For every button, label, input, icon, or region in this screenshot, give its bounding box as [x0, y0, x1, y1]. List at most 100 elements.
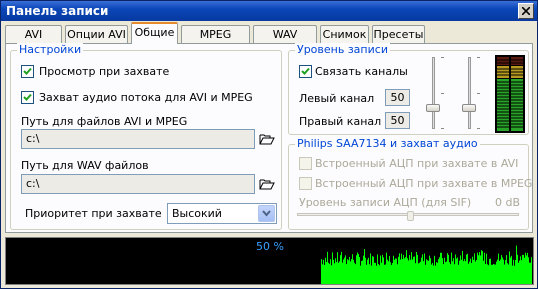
waveform-bar [422, 254, 423, 284]
tab-presets[interactable]: Пресеты [372, 25, 425, 43]
waveform-bar [440, 252, 441, 284]
waveform-bar [428, 260, 429, 284]
slider-thumb[interactable] [426, 104, 440, 112]
waveform-bar [456, 258, 457, 284]
waveform-bar [343, 259, 344, 284]
dropdown-button[interactable] [258, 205, 275, 222]
avi-mpeg-path-field[interactable]: c:\ [21, 129, 255, 149]
waveform-bar [373, 256, 374, 284]
waveform-bar [514, 265, 515, 284]
waveform-bar [523, 254, 524, 284]
slider-thumb[interactable] [462, 104, 476, 112]
waveform-bar [453, 258, 454, 284]
waveform-bar [475, 261, 476, 284]
right-channel-label: Правый канал [299, 115, 382, 128]
waveform-bar [429, 255, 430, 284]
waveform-bar [496, 261, 497, 284]
waveform-bar [420, 261, 421, 284]
left-channel-value[interactable]: 50 [385, 89, 410, 106]
waveform-bar [348, 260, 349, 284]
chevron-down-icon [262, 210, 271, 217]
waveform-bar [504, 264, 505, 284]
waveform-bar [450, 264, 451, 284]
right-channel-slider[interactable] [461, 57, 480, 131]
slider-thumb[interactable] [407, 211, 414, 221]
tab-avi-options[interactable]: Опции AVI [65, 25, 128, 43]
waveform-bar [425, 264, 426, 284]
waveform-bar [460, 255, 461, 284]
waveform-bar [529, 262, 530, 284]
waveform-bar [356, 255, 357, 284]
left-channel-slider[interactable] [425, 57, 444, 131]
tab-general[interactable]: Общие [131, 22, 178, 44]
waveform-bar [481, 250, 482, 284]
waveform-bar [426, 259, 427, 284]
waveform-bar [458, 264, 459, 284]
waveform-bar [499, 260, 500, 284]
waveform-bar [331, 265, 332, 284]
waveform-bar [493, 263, 494, 284]
waveform-bar [519, 260, 520, 284]
waveform-bar [517, 254, 518, 284]
waveform-bar [434, 255, 435, 284]
waveform-bar [445, 262, 446, 284]
waveform-bar [388, 261, 389, 284]
tab-snapshot[interactable]: Снимок [320, 25, 369, 43]
priority-select[interactable]: Высокий [167, 203, 277, 224]
waveform-bar [338, 262, 339, 284]
capture-audio-checkbox[interactable] [21, 91, 34, 104]
link-channels-checkbox[interactable] [299, 65, 312, 78]
waveform-bar [350, 261, 351, 284]
waveform-bar [389, 255, 390, 284]
tab-wav-audio[interactable]: WAV аудио [253, 25, 317, 58]
tab-mpeg-video[interactable]: MPEG видео [181, 25, 250, 58]
waveform-display [321, 245, 532, 284]
folder-open-icon[interactable] [259, 133, 275, 145]
adc-mpeg-label: Встроенный АЦП при захвате в MPEG [315, 177, 533, 190]
waveform-bar [408, 260, 409, 284]
waveform-bar [341, 251, 342, 284]
waveform-bar [363, 255, 364, 284]
waveform-bar [497, 259, 498, 284]
audio-monitor: 50 % [5, 237, 534, 285]
close-button[interactable] [518, 3, 534, 19]
waveform-bar [482, 251, 483, 284]
checkmark-icon [23, 93, 32, 101]
adc-level-slider[interactable] [297, 211, 519, 225]
waveform-bar [472, 256, 473, 284]
waveform-bar [387, 259, 388, 284]
tab-avi-video[interactable]: AVI видео [5, 25, 62, 58]
avi-mpeg-path-label: Путь для файлов AVI и MPEG [21, 115, 188, 128]
waveform-bar [449, 262, 450, 284]
folder-open-icon[interactable] [259, 178, 275, 190]
wav-path-field[interactable]: c:\ [21, 174, 255, 194]
waveform-bar [522, 254, 523, 284]
right-channel-value[interactable]: 50 [385, 112, 410, 129]
link-channels-label: Связать каналы [315, 65, 408, 78]
preview-on-capture-checkbox[interactable] [21, 65, 34, 78]
waveform-bar [530, 262, 531, 284]
adc-avi-checkbox[interactable] [299, 157, 312, 170]
waveform-bar [369, 264, 370, 284]
waveform-bar [393, 255, 394, 284]
waveform-bar [368, 257, 369, 284]
settings-group: Настройки Просмотр при захвате Захват ау… [10, 43, 282, 230]
waveform-bar [410, 259, 411, 284]
waveform-bar [501, 255, 502, 284]
waveform-bar [409, 255, 410, 284]
waveform-bar [479, 252, 480, 284]
waveform-bar [515, 259, 516, 284]
waveform-bar [357, 252, 358, 284]
waveform-bar [457, 257, 458, 284]
waveform-bar [336, 262, 337, 284]
waveform-bar [386, 252, 387, 284]
adc-avi-label: Встроенный АЦП при захвате в AVI [315, 157, 519, 170]
waveform-bar [418, 263, 419, 284]
waveform-bar [471, 262, 472, 284]
adc-mpeg-checkbox[interactable] [299, 177, 312, 190]
philips-group-label: Philips SAA7134 и захват аудио [295, 137, 480, 150]
waveform-bar [490, 258, 491, 284]
waveform-bar [455, 254, 456, 284]
philips-group: Philips SAA7134 и захват аудио Встроенны… [288, 137, 533, 230]
waveform-bar [354, 262, 355, 284]
